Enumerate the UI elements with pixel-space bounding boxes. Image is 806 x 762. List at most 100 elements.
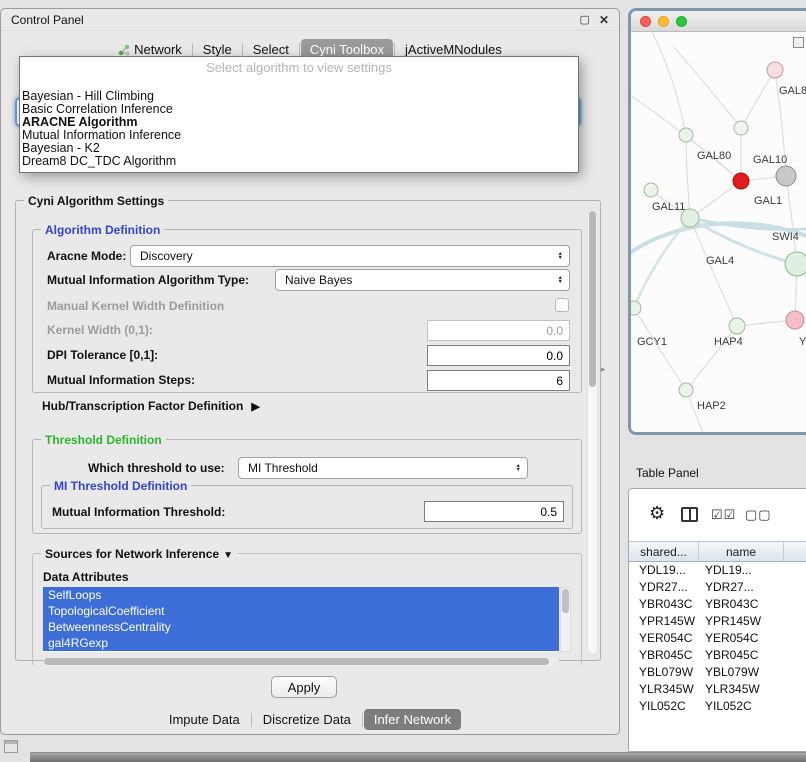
network-node-label: GAL80 [697, 150, 731, 162]
tab-style-label: Style [203, 42, 232, 57]
cell [784, 698, 806, 715]
aracne-mode-value: Discovery [131, 249, 558, 263]
table-row[interactable]: YDR27...YDR27...12 [629, 579, 806, 596]
mi-type-select[interactable]: Naive Bayes ▲▼ [275, 269, 570, 291]
algorithm-option[interactable]: Mutual Information Inference [20, 129, 578, 142]
network-edge[interactable] [673, 46, 741, 128]
mac-zoom-button[interactable] [676, 16, 687, 27]
table-body: YDL19...YDL19...13 YDR27...YDR27...12 YB… [629, 562, 806, 751]
algorithm-option[interactable]: Dream8 DC_TDC Algorithm [20, 155, 578, 168]
network-node-label: HAP2 [697, 400, 726, 412]
threshold-definition-title: Threshold Definition [41, 433, 166, 447]
aracne-mode-label: Aracne Mode: [47, 249, 126, 263]
cell: YBR043C [629, 596, 699, 613]
apply-button[interactable]: Apply [271, 676, 337, 698]
network-node[interactable] [734, 121, 748, 135]
data-attributes-list[interactable]: SelfLoops TopologicalCoefficient Between… [43, 587, 559, 652]
table-row[interactable]: YLR345WYLR345W9. [629, 681, 806, 698]
aracne-mode-select[interactable]: Discovery ▲▼ [130, 245, 570, 267]
which-threshold-select[interactable]: MI Threshold ▲▼ [238, 457, 528, 479]
table-row[interactable]: YDL19...YDL19...13 [629, 562, 806, 579]
network-edge[interactable] [686, 135, 690, 218]
network-node-label: GAL4 [706, 255, 734, 267]
cell: YBR043C [699, 596, 784, 613]
attributes-horizontal-scrollbar[interactable] [43, 657, 559, 666]
expander-collapsed-icon: ▶ [251, 400, 259, 413]
column-selector-icon[interactable] [681, 507, 698, 522]
combo-arrows-icon: ▲▼ [516, 464, 521, 473]
network-node[interactable] [776, 166, 796, 186]
table-row[interactable]: YBL079WYBL079W [629, 664, 806, 681]
table-row[interactable]: YBR043CYBR043C [629, 596, 806, 613]
tab-divider [251, 713, 252, 727]
network-edge[interactable] [649, 32, 686, 135]
network-node[interactable] [644, 183, 658, 197]
deselect-all-rows-icon[interactable]: ▢▢ [745, 507, 772, 523]
attributes-hscrollbar-thumb[interactable] [44, 658, 549, 665]
network-view-window: GAL8GAL80GAL10GAL11GAL1SWI4GAL4GCY1HAP4H… [628, 8, 806, 435]
list-item-selected[interactable]: SelfLoops [43, 587, 559, 603]
column-header-shared-name[interactable]: shared... [629, 542, 699, 561]
column-header-extra[interactable] [784, 542, 806, 561]
network-node[interactable] [785, 252, 806, 276]
manual-kernel-checkbox[interactable] [555, 298, 569, 312]
settings-scrollbar-thumb[interactable] [589, 211, 596, 387]
birdseye-toggle[interactable] [793, 37, 804, 48]
close-window-icon[interactable]: ✕ [599, 13, 609, 27]
network-node[interactable] [631, 301, 641, 315]
data-attributes-label: Data Attributes [43, 570, 129, 584]
network-node-label: Y [799, 336, 806, 348]
tab-discretize-data[interactable]: Discretize Data [253, 709, 361, 730]
list-item-selected[interactable]: TopologicalCoefficient [43, 603, 559, 619]
mac-minimize-button[interactable] [658, 16, 669, 27]
network-edge[interactable] [634, 308, 686, 390]
tab-impute-data[interactable]: Impute Data [159, 709, 250, 730]
tab-divider [242, 43, 243, 57]
float-window-icon[interactable]: ▢ [580, 13, 590, 26]
docked-window-icon[interactable] [4, 740, 18, 753]
mi-threshold-input[interactable] [424, 501, 564, 522]
network-node[interactable] [679, 383, 693, 397]
network-node[interactable] [679, 128, 693, 142]
tab-divider [192, 43, 193, 57]
select-all-rows-icon[interactable]: ☑☑ [711, 507, 736, 523]
table-settings-gear-icon[interactable]: ⚙ [649, 504, 665, 522]
manual-kernel-label: Manual Kernel Width Definition [47, 299, 224, 313]
network-node[interactable] [786, 311, 804, 329]
column-header-name[interactable]: name [699, 542, 784, 561]
algorithm-dropdown-popup: Select algorithm to view settings Bayesi… [19, 56, 579, 173]
dpi-tolerance-input[interactable] [427, 345, 570, 366]
network-edge[interactable] [786, 176, 797, 264]
network-canvas-area[interactable]: GAL8GAL80GAL10GAL11GAL1SWI4GAL4GCY1HAP4H… [631, 32, 806, 432]
pane-divider-handle[interactable]: ▸ [601, 364, 606, 375]
table-row[interactable]: YIL052CYIL052C [629, 698, 806, 715]
network-edge[interactable] [690, 218, 737, 326]
settings-scrollbar[interactable] [587, 209, 598, 655]
tab-infer-network[interactable]: Infer Network [364, 709, 461, 730]
window-title: Control Panel [11, 13, 571, 27]
network-node[interactable] [733, 173, 749, 189]
cell: YDR27... [699, 579, 784, 596]
network-canvas[interactable]: GAL8GAL80GAL10GAL11GAL1SWI4GAL4GCY1HAP4H… [631, 32, 806, 432]
table-row[interactable]: YPR145WYPR145W9. [629, 613, 806, 630]
mi-steps-input[interactable] [427, 370, 570, 391]
tab-divider [299, 43, 300, 57]
network-node[interactable] [729, 318, 745, 334]
network-edge[interactable] [741, 70, 775, 128]
attributes-scrollbar-thumb[interactable] [562, 589, 569, 613]
sources-expander[interactable]: Sources for Network Inference▼ [41, 547, 237, 563]
list-item-selected[interactable]: BetweennessCentrality [43, 619, 559, 635]
cell: YDR27... [629, 579, 699, 596]
table-row[interactable]: YER054CYER054C8. [629, 630, 806, 647]
kernel-width-input[interactable] [427, 320, 570, 341]
table-row[interactable]: YBR045CYBR045C9. [629, 647, 806, 664]
attributes-vertical-scrollbar[interactable] [560, 587, 571, 652]
cell: YLR345W [699, 681, 784, 698]
network-node[interactable] [767, 62, 783, 78]
hub-definition-expander[interactable]: Hub/Transcription Factor Definition ▶ [42, 399, 260, 413]
cell: YBR045C [629, 647, 699, 664]
list-item-selected[interactable]: gal4RGexp [43, 635, 559, 651]
cell: YBL079W [629, 664, 699, 681]
mi-steps-label: Mutual Information Steps: [47, 373, 195, 387]
mac-close-button[interactable] [640, 16, 651, 27]
